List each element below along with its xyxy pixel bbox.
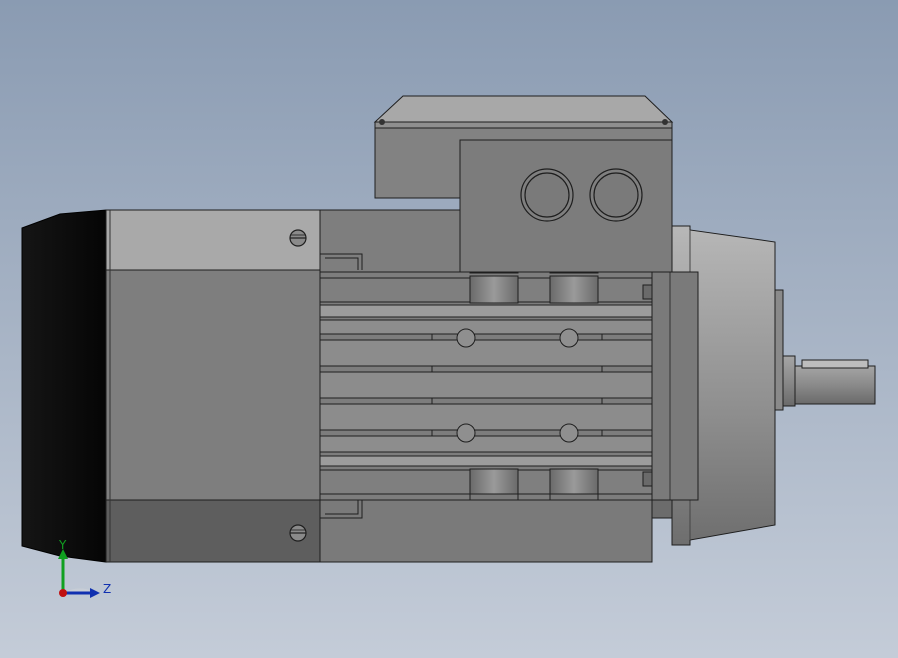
fan-cover[interactable] (21, 209, 107, 563)
z-axis-label: Z (103, 582, 111, 596)
screw-bottom (289, 524, 307, 542)
cable-gland-left[interactable] (520, 168, 574, 222)
z-axis-arrow-icon (90, 588, 100, 598)
axis-triad: Y Z (58, 538, 111, 598)
output-shaft[interactable] (782, 355, 876, 407)
cable-gland-right[interactable] (589, 168, 643, 222)
screw-top (289, 229, 307, 247)
y-axis-label: Y (58, 538, 67, 552)
origin-icon (59, 589, 67, 597)
graphics-viewport[interactable]: Y Z (0, 0, 898, 658)
motor-model[interactable] (0, 0, 898, 658)
rear-end-shield[interactable] (105, 209, 321, 563)
cooling-fins (319, 271, 653, 501)
